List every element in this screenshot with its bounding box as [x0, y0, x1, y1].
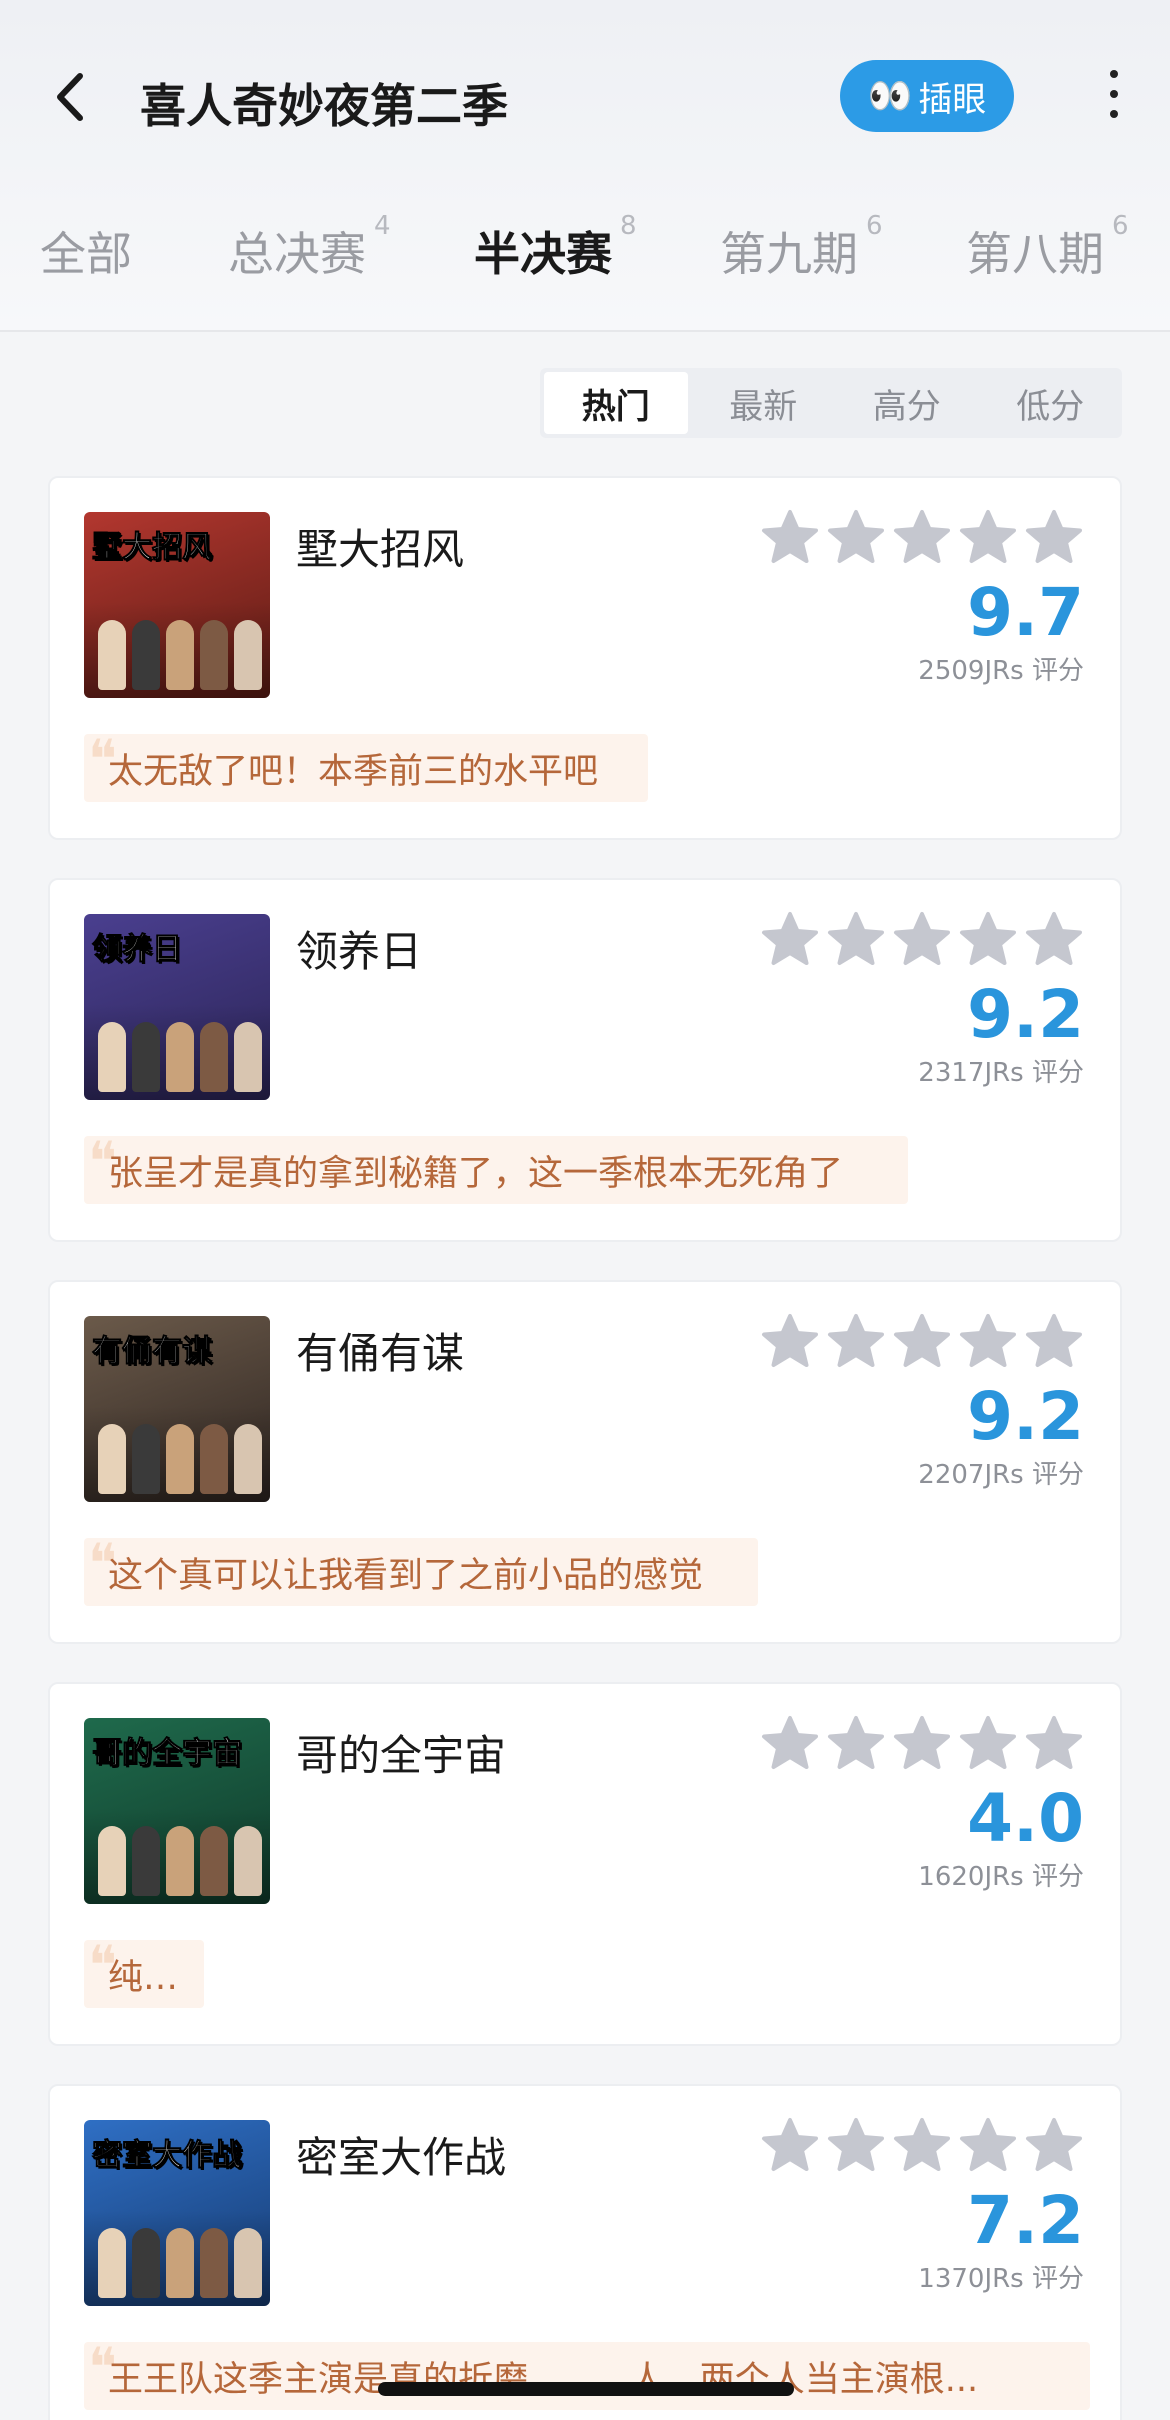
- star-icon[interactable]: [760, 508, 820, 568]
- tab-count: 6: [1112, 210, 1129, 241]
- star-icon[interactable]: [760, 910, 820, 970]
- episode-tabs: 全部 总决赛4 半决赛8 第九期6 第八期6: [0, 200, 1170, 310]
- tab-count: 4: [374, 210, 391, 241]
- star-icon[interactable]: [892, 1312, 952, 1372]
- sort-high-score[interactable]: 高分: [835, 368, 979, 438]
- star-icon[interactable]: [1024, 1714, 1084, 1774]
- star-icon[interactable]: [826, 1312, 886, 1372]
- back-button[interactable]: [44, 62, 100, 132]
- tab-episode-9[interactable]: 第九期6: [720, 211, 883, 284]
- comment-text: 太无敌了吧！本季前三的水平吧: [108, 751, 599, 792]
- tab-semifinals[interactable]: 半决赛8: [474, 211, 637, 284]
- sketch-card[interactable]: 哥的全宇宙 哥的全宇宙 4.0 1620JRs 评分 ❝ 纯尬: [48, 1682, 1122, 2046]
- peek-button[interactable]: 👀 插眼: [840, 60, 1014, 132]
- tab-count: 6: [866, 210, 883, 241]
- poster-image[interactable]: 哥的全宇宙: [84, 1718, 270, 1904]
- average-score: 9.2: [967, 1378, 1084, 1455]
- poster-title: 有俑有谋: [92, 1334, 213, 1370]
- star-icon[interactable]: [1024, 2116, 1084, 2176]
- star-icon[interactable]: [892, 1714, 952, 1774]
- star-icon[interactable]: [760, 2116, 820, 2176]
- comment-text: 纯尬: [108, 1957, 176, 1998]
- rating-count: 2207JRs 评分: [918, 1460, 1084, 1490]
- header: 喜人奇妙夜第二季 👀 插眼 全部 总决赛4 半决赛8 第九期6 第八期6: [0, 0, 1170, 332]
- star-rating-input[interactable]: [760, 508, 1084, 568]
- star-icon[interactable]: [892, 2116, 952, 2176]
- star-icon[interactable]: [1024, 910, 1084, 970]
- top-comment[interactable]: ❝ 这个真可以让我看到了之前小品的感觉: [84, 1532, 758, 1606]
- poster-title: 哥的全宇宙: [92, 1736, 243, 1772]
- poster-title: 密室大作战: [92, 2138, 243, 2174]
- top-comment[interactable]: ❝ 王王队这季主演是真的折磨，......人，两个人当主演根...: [84, 2336, 1090, 2410]
- star-icon[interactable]: [760, 1714, 820, 1774]
- tab-finals[interactable]: 总决赛4: [228, 211, 391, 284]
- star-rating-input[interactable]: [760, 2116, 1084, 2176]
- star-icon[interactable]: [826, 910, 886, 970]
- home-indicator: [378, 2382, 794, 2396]
- star-icon[interactable]: [958, 2116, 1018, 2176]
- sketch-name[interactable]: 密室大作战: [296, 2124, 506, 2185]
- peek-button-label: 插眼: [918, 79, 987, 120]
- back-arrow-icon: [57, 73, 83, 121]
- average-score: 4.0: [967, 1780, 1084, 1857]
- star-icon[interactable]: [826, 1714, 886, 1774]
- sort-hot[interactable]: 热门: [544, 372, 688, 434]
- comment-text: 这个真可以让我看到了之前小品的感觉: [108, 1555, 704, 1596]
- top-comment[interactable]: ❝ 太无敌了吧！本季前三的水平吧: [84, 728, 648, 802]
- rating-count: 2509JRs 评分: [918, 656, 1084, 686]
- average-score: 9.2: [967, 976, 1084, 1053]
- sort-bar: 热门 最新 高分 低分: [540, 368, 1122, 438]
- star-icon[interactable]: [958, 910, 1018, 970]
- average-score: 9.7: [967, 574, 1084, 651]
- star-icon[interactable]: [958, 508, 1018, 568]
- tab-all[interactable]: 全部: [40, 218, 132, 284]
- star-rating-input[interactable]: [760, 1312, 1084, 1372]
- sketch-name[interactable]: 哥的全宇宙: [296, 1722, 506, 1783]
- star-icon[interactable]: [826, 508, 886, 568]
- star-icon[interactable]: [892, 508, 952, 568]
- tab-count: 8: [620, 210, 637, 241]
- more-options-icon[interactable]: [1098, 70, 1130, 122]
- eyes-icon: 👀: [867, 76, 913, 117]
- sketch-name[interactable]: 有俑有谋: [296, 1320, 464, 1381]
- star-icon[interactable]: [826, 2116, 886, 2176]
- star-icon[interactable]: [892, 910, 952, 970]
- star-rating-input[interactable]: [760, 910, 1084, 970]
- poster-title: 墅大招风: [92, 530, 213, 566]
- screen: 喜人奇妙夜第二季 👀 插眼 全部 总决赛4 半决赛8 第九期6 第八期6 热门 …: [0, 0, 1170, 2420]
- poster-image[interactable]: 墅大招风: [84, 512, 270, 698]
- poster-title: 领养日: [92, 932, 183, 968]
- page-title: 喜人奇妙夜第二季: [140, 79, 508, 133]
- poster-image[interactable]: 密室大作战: [84, 2120, 270, 2306]
- comment-text: 张呈才是真的拿到秘籍了，这一季根本无死角了: [108, 1153, 844, 1194]
- sketch-name[interactable]: 墅大招风: [296, 516, 464, 577]
- star-rating-input[interactable]: [760, 1714, 1084, 1774]
- poster-image[interactable]: 领养日: [84, 914, 270, 1100]
- sketch-card[interactable]: 有俑有谋 有俑有谋 9.2 2207JRs 评分 ❝ 这个真可以让我看到了之前小…: [48, 1280, 1122, 1644]
- average-score: 7.2: [967, 2182, 1084, 2259]
- sketch-name[interactable]: 领养日: [296, 918, 422, 979]
- star-icon[interactable]: [958, 1312, 1018, 1372]
- rating-count: 2317JRs 评分: [918, 1058, 1084, 1088]
- star-icon[interactable]: [1024, 508, 1084, 568]
- sketch-card[interactable]: 墅大招风 墅大招风 9.7 2509JRs 评分 ❝ 太无敌了吧！本季前三的水平…: [48, 476, 1122, 840]
- sort-low-score[interactable]: 低分: [979, 368, 1123, 438]
- rating-count: 1620JRs 评分: [918, 1862, 1084, 1892]
- star-icon[interactable]: [1024, 1312, 1084, 1372]
- poster-image[interactable]: 有俑有谋: [84, 1316, 270, 1502]
- top-comment[interactable]: ❝ 张呈才是真的拿到秘籍了，这一季根本无死角了: [84, 1130, 908, 1204]
- sort-newest[interactable]: 最新: [692, 368, 836, 438]
- rating-count: 1370JRs 评分: [918, 2264, 1084, 2294]
- tab-episode-8[interactable]: 第八期6: [966, 211, 1129, 284]
- top-comment[interactable]: ❝ 纯尬: [84, 1934, 204, 2008]
- sketch-card[interactable]: 领养日 领养日 9.2 2317JRs 评分 ❝ 张呈才是真的拿到秘籍了，这一季…: [48, 878, 1122, 1242]
- star-icon[interactable]: [958, 1714, 1018, 1774]
- sketch-card[interactable]: 密室大作战 密室大作战 7.2 1370JRs 评分 ❝ 王王队这季主演是真的折…: [48, 2084, 1122, 2420]
- star-icon[interactable]: [760, 1312, 820, 1372]
